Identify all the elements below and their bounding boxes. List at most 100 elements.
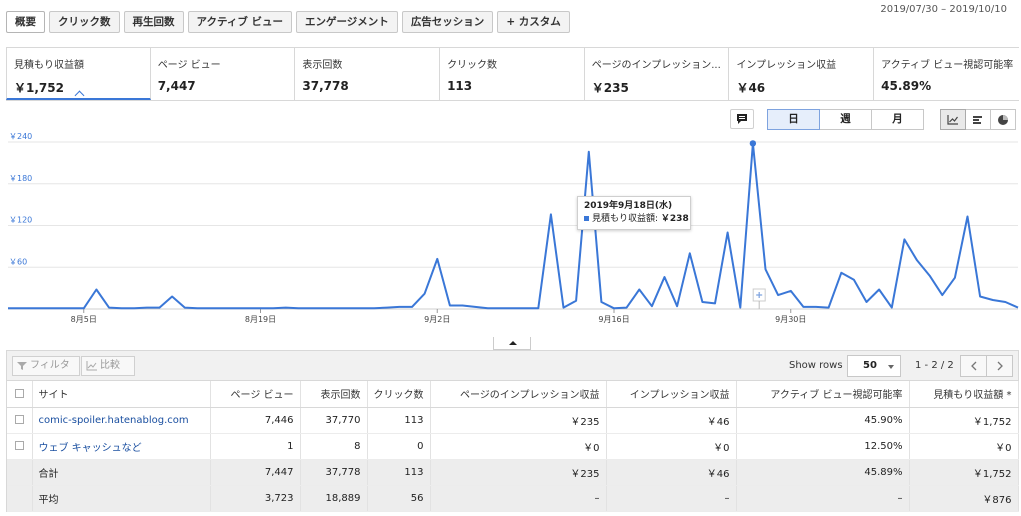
table-toolbar: フィルタ 比較 Show rows 50 1 - 2 / 2 xyxy=(7,351,1018,381)
line-chart-icon xyxy=(947,114,958,125)
metric-cards: 見積もり収益額 ￥1,752 ページ ビュー 7,447 表示回数 37,778… xyxy=(6,47,1019,101)
period-week-button[interactable]: 週 xyxy=(819,109,872,130)
bar-chart-button[interactable] xyxy=(965,109,991,130)
column-header-impressions[interactable]: 表示回数 xyxy=(300,381,368,408)
chart-gridlines xyxy=(8,141,1018,310)
row-checkbox[interactable] xyxy=(7,433,33,460)
average-impression-rpm: – xyxy=(606,485,737,512)
y-tick-label: ￥60 xyxy=(9,257,27,266)
total-impressions: 37,778 xyxy=(300,459,368,486)
metric-clicks[interactable]: クリック数 113 xyxy=(440,48,585,100)
tab-clicks[interactable]: クリック数 xyxy=(49,11,120,33)
chevron-left-icon xyxy=(970,361,976,371)
rows-value: 50 xyxy=(863,360,877,371)
column-header-estimated-earnings[interactable]: 見積もり収益額 * xyxy=(909,381,1019,408)
cell-page-rpm: ￥235 xyxy=(430,407,607,434)
chart-type-selector xyxy=(940,109,1016,130)
column-header-active-view[interactable]: アクティブ ビュー視認可能率 xyxy=(736,381,910,408)
tooltip-date: 2019年9月18日(水) xyxy=(584,201,673,211)
table-header-row: サイト ページ ビュー 表示回数 クリック数 ページのインプレッション収益 イン… xyxy=(7,381,1019,408)
cell-impression-rpm: ￥46 xyxy=(606,407,737,434)
average-label: 平均 xyxy=(32,485,211,512)
total-estimated-earnings: ￥1,752 xyxy=(909,459,1019,486)
metric-page-views[interactable]: ページ ビュー 7,447 xyxy=(151,48,296,100)
select-all-checkbox[interactable] xyxy=(7,381,33,408)
column-header-page-views[interactable]: ページ ビュー xyxy=(210,381,301,408)
cell-impressions: 8 xyxy=(300,433,368,460)
checkbox-icon xyxy=(14,441,24,450)
chevron-right-icon xyxy=(997,361,1003,371)
prev-page-button[interactable] xyxy=(960,355,987,377)
cell-page-views: 7,446 xyxy=(210,407,301,434)
average-active-view: – xyxy=(736,485,910,512)
tab-overview[interactable]: 概要 xyxy=(6,11,45,33)
average-clicks: 56 xyxy=(367,485,431,512)
metric-label: アクティブ ビュー視認可能率 xyxy=(881,60,1014,71)
average-page-rpm: – xyxy=(430,485,607,512)
metric-page-rpm[interactable]: ページのインプレッション... ￥235 xyxy=(585,48,730,100)
metric-value: 113 xyxy=(447,79,473,93)
table-row: ウェブ キャッシュなど 1 8 0 ￥0 ￥0 12.50% ￥0 xyxy=(7,433,1019,460)
comment-icon xyxy=(737,114,747,124)
collapse-chart-button[interactable] xyxy=(493,337,531,350)
annotation-button[interactable] xyxy=(730,109,754,129)
site-link[interactable]: comic-spoiler.hatenablog.com xyxy=(32,407,211,434)
column-header-site[interactable]: サイト xyxy=(32,381,211,408)
metric-impressions[interactable]: 表示回数 37,778 xyxy=(295,48,441,100)
table-row: comic-spoiler.hatenablog.com 7,446 37,77… xyxy=(7,407,1019,434)
total-impression-rpm: ￥46 xyxy=(606,459,737,486)
total-page-views: 7,447 xyxy=(210,459,301,486)
compare-button[interactable]: 比較 xyxy=(81,356,135,376)
compare-chart-icon xyxy=(86,361,97,371)
tab-ad-sessions[interactable]: 広告セッション xyxy=(401,11,494,33)
tooltip-value: ￥238 xyxy=(660,214,689,224)
metric-active-view-viewable[interactable]: アクティブ ビュー視認可能率 45.89% xyxy=(874,48,1019,100)
total-page-rpm: ￥235 xyxy=(430,459,607,486)
filter-button[interactable]: フィルタ xyxy=(12,356,80,376)
metric-estimated-earnings[interactable]: 見積もり収益額 ￥1,752 xyxy=(6,48,151,100)
metric-label: インプレッション収益 xyxy=(736,60,837,71)
x-tick-label: 9月2日 xyxy=(424,315,450,324)
cell-active-view: 45.90% xyxy=(736,407,910,434)
tab-engagement[interactable]: エンゲージメント xyxy=(296,11,398,33)
chevron-down-icon xyxy=(888,365,894,369)
bar-chart-icon xyxy=(973,115,982,124)
column-header-impression-rpm[interactable]: インプレッション収益 xyxy=(606,381,737,408)
y-tick-label: ￥180 xyxy=(9,174,32,183)
report-table: サイト ページ ビュー 表示回数 クリック数 ページのインプレッション収益 イン… xyxy=(7,381,1019,512)
tab-plays[interactable]: 再生回数 xyxy=(123,11,184,33)
metric-impression-rpm[interactable]: インプレッション収益 ￥46 xyxy=(729,48,875,100)
column-header-page-rpm[interactable]: ページのインプレッション収益 xyxy=(430,381,607,408)
y-axis-ticks: ￥240 ￥180 ￥120 ￥60 xyxy=(9,132,32,266)
cell-estimated-earnings: ￥0 xyxy=(909,433,1019,460)
period-month-button[interactable]: 月 xyxy=(871,109,924,130)
x-axis-ticks: 8月5日 8月19日 9月2日 9月16日 9月30日 xyxy=(71,309,806,324)
metric-label: ページのインプレッション... xyxy=(591,60,721,71)
period-day-button[interactable]: 日 xyxy=(767,109,820,130)
earnings-line-chart[interactable]: ￥240 ￥180 ￥120 ￥60 8月5日 8月19日 9月2日 9月16日 9月30日 xyxy=(0,132,1021,337)
column-header-clicks[interactable]: クリック数 xyxy=(367,381,431,408)
cell-impressions: 37,770 xyxy=(300,407,368,434)
checkbox-icon xyxy=(14,388,24,398)
next-page-button[interactable] xyxy=(986,355,1013,377)
report-tabs: 概要 クリック数 再生回数 アクティブ ビュー エンゲージメント 広告セッション… xyxy=(6,11,570,33)
line-chart-button[interactable] xyxy=(940,109,966,130)
date-range[interactable]: 2019/07/30 – 2019/10/10 xyxy=(880,4,1007,15)
metric-label: 表示回数 xyxy=(302,60,343,71)
row-checkbox[interactable] xyxy=(7,407,33,434)
rows-per-page-select[interactable]: 50 xyxy=(847,355,901,377)
cell-page-views: 1 xyxy=(210,433,301,460)
tab-custom[interactable]: + カスタム xyxy=(497,11,570,33)
tooltip-row: 見積もり収益額: ￥238 xyxy=(584,213,689,226)
tab-active-view[interactable]: アクティブ ビュー xyxy=(187,11,293,33)
site-link[interactable]: ウェブ キャッシュなど xyxy=(32,433,211,460)
tooltip-series: 見積もり収益額: xyxy=(592,214,659,224)
metric-value: 45.89% xyxy=(881,79,932,93)
show-rows-label: Show rows xyxy=(789,360,843,371)
metric-label: クリック数 xyxy=(447,60,498,71)
y-tick-label: ￥240 xyxy=(9,132,32,141)
metric-label: 見積もり収益額 xyxy=(14,60,84,71)
cell-active-view: 12.50% xyxy=(736,433,910,460)
pie-chart-button[interactable] xyxy=(990,109,1016,130)
cell-impression-rpm: ￥0 xyxy=(606,433,737,460)
